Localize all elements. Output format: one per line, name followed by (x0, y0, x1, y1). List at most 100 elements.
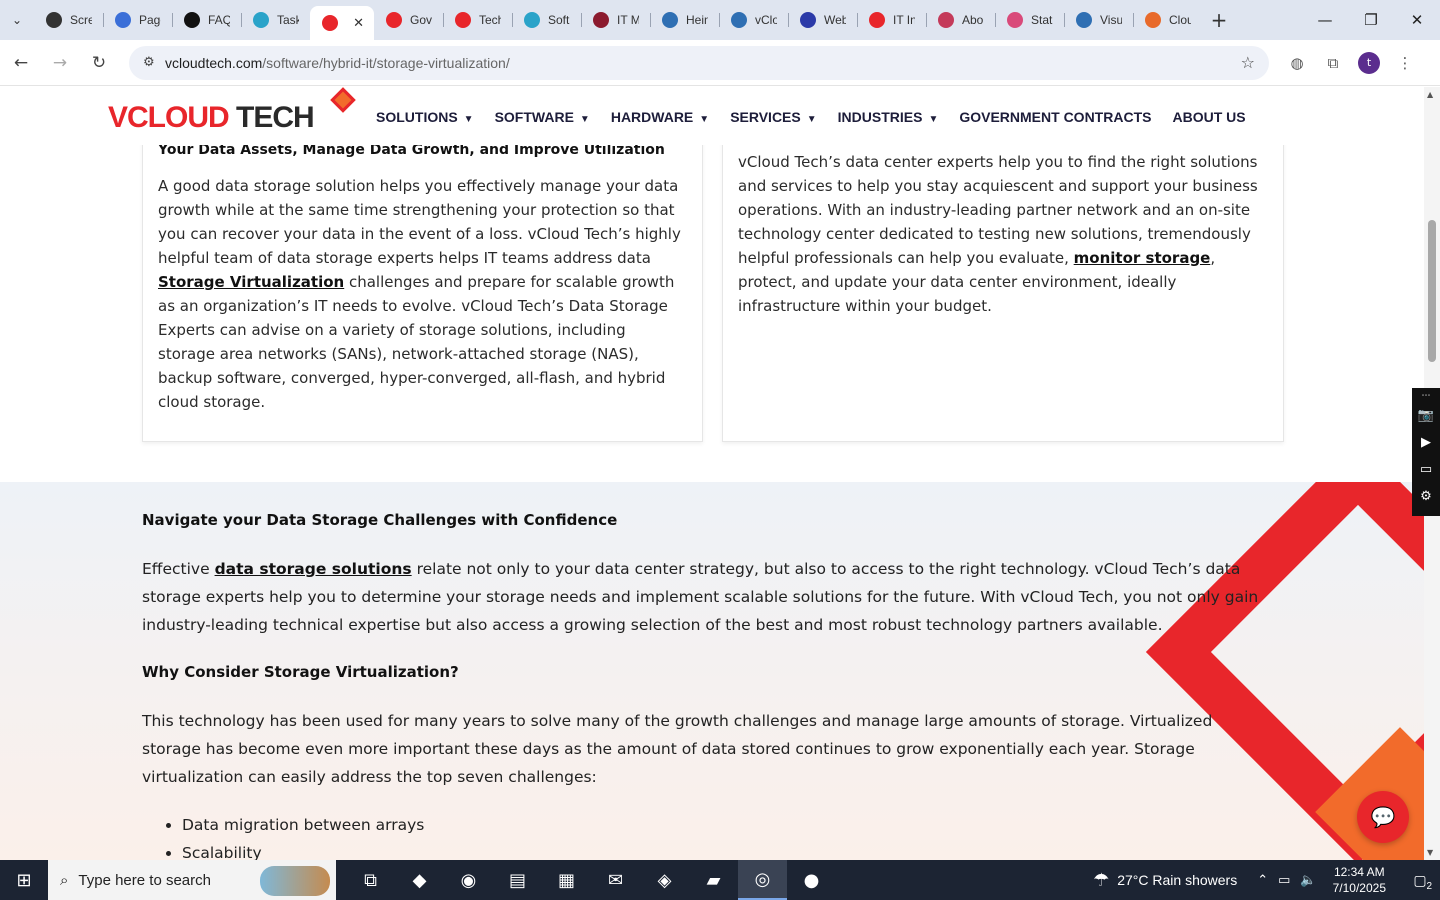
chrome-icon[interactable]: ◎ (738, 860, 787, 900)
minimize-icon[interactable]: — (1302, 0, 1348, 40)
browser-tab[interactable]: Hein (650, 4, 719, 36)
browser-menu-icon[interactable]: ⋮ (1387, 45, 1423, 81)
caret-down-icon: ▼ (579, 114, 590, 125)
tray-chevron-icon[interactable]: ⌃ (1257, 872, 1268, 888)
browser-tab[interactable]: Page (103, 4, 172, 36)
chat-bubble-button[interactable]: 💬 (1357, 791, 1409, 843)
toolbar-right: ◍ ⧉ t ⋮ (1279, 45, 1423, 81)
clock-date: 7/10/2025 (1332, 881, 1386, 895)
browser-tab[interactable]: Soft (512, 4, 581, 36)
system-tray: ☂ 27°C Rain showers ⌃ ▭ 🔈 12:34 AM 7/10/… (1093, 860, 1440, 900)
browser-tab[interactable]: IT In (857, 4, 926, 36)
tab-label: Page (139, 13, 161, 27)
taskbar-pinned-apps: ⧉ ◆ ◉ ▤ ▦ ✉ ◈ ▰ ◎ ● (346, 860, 836, 900)
close-window-icon[interactable]: ✕ (1394, 0, 1440, 40)
weather-rain-icon[interactable]: ☂ (1093, 870, 1109, 891)
browser-tab[interactable]: Task (241, 4, 310, 36)
close-tab-icon[interactable]: ✕ (353, 16, 364, 31)
app-diamond-icon[interactable]: ◈ (640, 860, 689, 900)
card-text-part: challenges and prepare for scalable grow… (158, 273, 675, 411)
windows-start-icon[interactable]: ⊞ (0, 860, 48, 900)
sticky-notes-icon[interactable]: ▰ (689, 860, 738, 900)
nav-item[interactable]: SOLUTIONS ▼ (376, 109, 474, 125)
main-navigation: SOLUTIONS ▼ SOFTWARE ▼ HARDWARE ▼ SERVICES ▼ IND… (376, 109, 1267, 125)
tab-label: Clou (1169, 13, 1191, 27)
browser-tab[interactable]: Abo (926, 4, 995, 36)
url-text[interactable]: vcloudtech.com/software/hybrid-it/storag… (165, 55, 510, 71)
back-arrow-icon[interactable]: ← (3, 45, 39, 81)
tab-favicon-icon (46, 12, 62, 28)
monitor-storage-link[interactable]: monitor storage (1074, 249, 1211, 267)
taskbar-clock[interactable]: 12:34 AM 7/10/2025 (1333, 864, 1386, 896)
browser-tab[interactable]: Web (788, 4, 857, 36)
address-bar[interactable]: ⚙ vcloudtech.com/software/hybrid-it/stor… (129, 45, 1269, 80)
extensions-puzzle-icon[interactable]: ⧉ (1315, 45, 1351, 81)
chat-icon: 💬 (1370, 805, 1396, 829)
file-explorer-icon[interactable]: ▤ (493, 860, 542, 900)
scroll-up-icon[interactable]: ▲ (1427, 90, 1433, 99)
browser-tab[interactable]: Gov (374, 4, 443, 36)
tab-label: IT In (893, 13, 915, 27)
mail-icon[interactable]: ✉ (591, 860, 640, 900)
new-tab-plus-icon[interactable]: + (1202, 0, 1236, 40)
tab-search-chevron-icon[interactable]: ⌄ (0, 0, 34, 40)
browser-tab[interactable]: Scre (34, 4, 103, 36)
vcloud-tech-logo[interactable]: VCLOUD TECH (108, 101, 315, 135)
settings-gear-icon[interactable]: ⚙ (1420, 483, 1432, 510)
weather-text[interactable]: 27°C Rain showers (1117, 872, 1237, 888)
video-icon[interactable]: ▶ (1421, 429, 1431, 456)
logo-tech: TECH (228, 101, 315, 134)
nav-item-label: SERVICES (730, 109, 801, 125)
edge-icon[interactable]: ◉ (444, 860, 493, 900)
tab-label: FAQ (208, 13, 230, 27)
nav-item[interactable]: SERVICES ▼ (730, 109, 816, 125)
window-icon[interactable]: ▭ (1420, 456, 1432, 483)
notifications-icon[interactable]: ▢ 2 (1400, 860, 1440, 900)
nav-item[interactable]: GOVERNMENT CONTRACTS (959, 109, 1151, 125)
browser-tab[interactable]: Stat (995, 4, 1064, 36)
site-info-icon[interactable]: ⚙ (143, 55, 165, 70)
profile-avatar[interactable]: t (1358, 51, 1380, 74)
browser-tab[interactable]: ✕ (310, 6, 374, 40)
nav-item[interactable]: INDUSTRIES ▼ (838, 109, 939, 125)
browser-tab[interactable]: IT M (581, 4, 650, 36)
scroll-down-icon[interactable]: ▼ (1427, 848, 1433, 857)
bookmark-star-icon[interactable]: ☆ (1241, 53, 1255, 72)
network-icon[interactable]: ▭ (1278, 872, 1290, 888)
tab-favicon-icon (662, 12, 678, 28)
card-body-text: A good data storage solution helps you e… (158, 174, 683, 414)
paragraph-part: Effective (142, 560, 215, 578)
more-dots-icon[interactable]: ⋯ (1422, 390, 1431, 402)
url-host: vcloudtech.com (165, 54, 263, 71)
browser-tab[interactable]: Visu (1064, 4, 1133, 36)
store-icon[interactable]: ▦ (542, 860, 591, 900)
nav-item[interactable]: HARDWARE ▼ (611, 109, 709, 125)
reload-icon[interactable]: ↻ (81, 45, 117, 81)
browser-tab[interactable]: Clou (1133, 4, 1202, 36)
browser-tab[interactable]: FAQ (172, 4, 241, 36)
tab-favicon-icon (938, 12, 954, 28)
taskbar-search-box[interactable]: ⌕ Type here to search (48, 860, 336, 900)
translate-globe-icon[interactable]: ◍ (1279, 45, 1315, 81)
scroll-thumb[interactable] (1428, 220, 1436, 362)
nav-item[interactable]: SOFTWARE ▼ (495, 109, 590, 125)
data-storage-solutions-link[interactable]: data storage solutions (215, 560, 412, 578)
task-view-icon[interactable]: ⧉ (346, 860, 395, 900)
zoom-icon[interactable]: ● (787, 860, 836, 900)
card-text-part: A good data storage solution helps you e… (158, 177, 681, 267)
storage-virtualization-link[interactable]: Storage Virtualization (158, 273, 344, 291)
restore-icon[interactable]: ❐ (1348, 0, 1394, 40)
copilot-icon[interactable]: ◆ (395, 860, 444, 900)
caret-down-icon: ▼ (806, 114, 817, 125)
logo-cloud: CLOUD (127, 101, 230, 134)
forward-arrow-icon[interactable]: → (42, 45, 78, 81)
nav-item[interactable]: ABOUT US (1172, 109, 1245, 125)
nav-item-label: HARDWARE (610, 109, 694, 125)
camera-icon[interactable]: 📷 (1418, 402, 1434, 429)
tab-favicon-icon (524, 12, 540, 28)
volume-icon[interactable]: 🔈 (1300, 872, 1316, 888)
tab-list: Scre Page FAQ Task ✕ Gov Tech Soft IT M Hein vClo W… (34, 0, 1202, 40)
browser-tab[interactable]: Tech (443, 4, 512, 36)
browser-tab[interactable]: vClo (719, 4, 788, 36)
tab-favicon-icon (184, 12, 200, 28)
